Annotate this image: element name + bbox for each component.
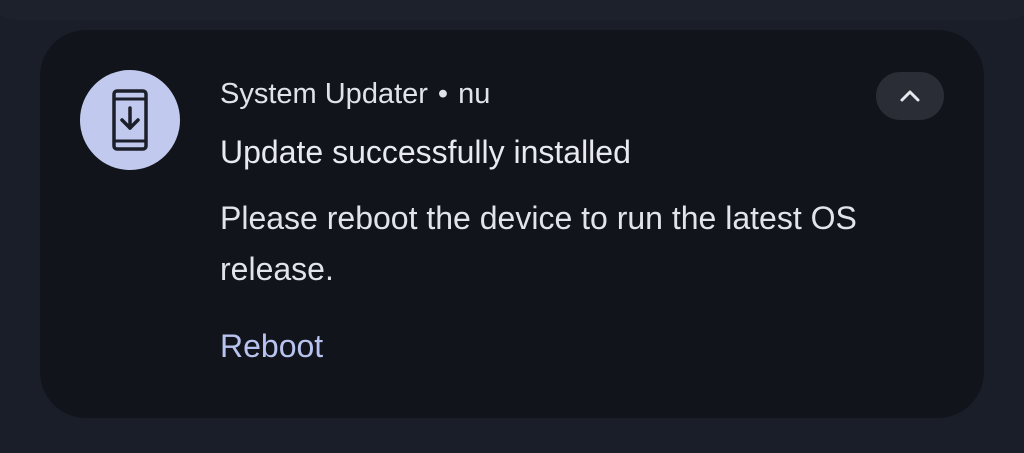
app-name: System Updater [220,78,428,110]
previous-notification-edge [0,0,1024,20]
chevron-up-icon [900,90,920,102]
collapse-button[interactable] [876,72,944,120]
header-separator: • [437,78,449,110]
phone-download-icon [80,70,180,170]
notification-card[interactable]: System Updater • nu Update successfully in… [40,30,984,418]
notification-shade: System Updater • nu Update successfully in… [0,0,1024,453]
notification-header: System Updater • nu [220,76,490,112]
notification-time: nu [458,78,491,110]
notification-title: Update successfully installed [220,134,631,170]
reboot-button[interactable]: Reboot [220,326,323,366]
notification-body: Please reboot the device to run the late… [220,200,857,287]
